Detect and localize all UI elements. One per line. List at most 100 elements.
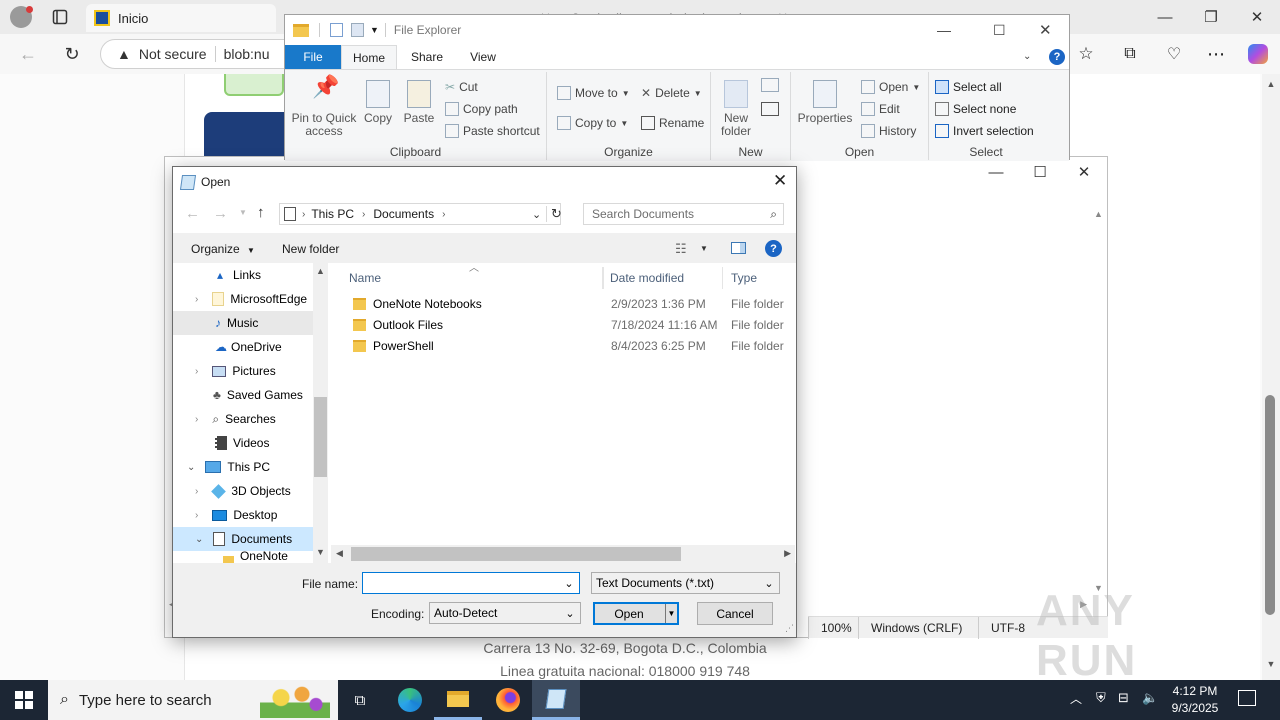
help-icon[interactable]: ? [765, 240, 782, 257]
ribbon-expand-icon[interactable]: ⌄ [1023, 51, 1031, 62]
new-item-icon[interactable] [761, 78, 779, 92]
expand-icon[interactable]: › [195, 510, 198, 521]
properties-button[interactable]: Properties [797, 80, 853, 125]
hscroll-thumb[interactable] [351, 547, 681, 561]
address-bar[interactable]: ▲ Not secure blob:nu [100, 39, 300, 69]
column-header-date[interactable]: Date modified [603, 267, 723, 289]
ribbon-tab-share[interactable]: Share [399, 45, 455, 69]
tree-item-3d-objects[interactable]: › 3D Objects [173, 479, 313, 503]
new-folder-qat-icon[interactable] [351, 23, 364, 37]
explorer-close-button[interactable]: ✕ [1039, 21, 1052, 39]
ribbon-tab-view[interactable]: View [455, 45, 511, 69]
copy-path-button[interactable]: Copy path [445, 102, 518, 116]
scroll-up-icon[interactable]: ▲ [1094, 209, 1103, 219]
easy-access-icon[interactable] [761, 102, 779, 116]
breadcrumb[interactable]: › This PC › Documents › ⌄ ↻ [279, 203, 562, 225]
explorer-maximize-button[interactable]: ☐ [993, 22, 1006, 39]
tree-scrollbar[interactable]: ▲ ▼ [313, 263, 328, 563]
expand-icon[interactable]: › [195, 486, 198, 497]
tree-item-onedrive[interactable]: ☁ OneDrive [173, 335, 313, 359]
history-button[interactable]: History [861, 124, 916, 138]
start-button[interactable] [0, 680, 48, 720]
ribbon-tab-home[interactable]: Home [341, 45, 397, 69]
invert-selection-button[interactable]: Invert selection [935, 124, 1034, 138]
recent-locations-icon[interactable]: ▼ [239, 208, 247, 217]
edit-button[interactable]: Edit [861, 102, 900, 116]
tree-item-saved-games[interactable]: ♣ Saved Games [173, 383, 313, 407]
tree-item-documents[interactable]: ⌄ Documents [173, 527, 313, 551]
tray-overflow-icon[interactable]: ︿ [1070, 690, 1082, 707]
notepad-vscrollbar[interactable]: ▲ ▼ [1091, 205, 1107, 597]
view-options-icon[interactable]: ☷ [675, 241, 687, 257]
search-input[interactable]: Search Documents ⌕ [583, 203, 784, 225]
qat-dropdown-icon[interactable]: ▼ [370, 25, 379, 35]
tray-security-icon[interactable]: ⛨ [1096, 690, 1106, 706]
delete-button[interactable]: ✕ Delete ▼ [641, 86, 702, 100]
task-view-button[interactable]: ⧉ [336, 680, 384, 720]
tree-item-microsoftedge[interactable]: › MicrosoftEdge [173, 287, 313, 311]
expand-icon[interactable]: › [195, 294, 198, 305]
notepad-minimize-button[interactable]: — [973, 157, 1019, 187]
copilot-icon[interactable] [1248, 44, 1268, 64]
select-all-button[interactable]: Select all [935, 80, 1002, 94]
notification-icon[interactable] [1238, 690, 1256, 706]
scroll-left-icon[interactable]: ◀ [336, 548, 343, 559]
collections-icon[interactable]: ⧉ [1118, 42, 1142, 66]
open-options-dropdown[interactable]: ▼ [665, 604, 677, 623]
scroll-up-icon[interactable]: ▲ [1264, 78, 1278, 90]
scroll-down-icon[interactable]: ▼ [316, 547, 325, 557]
back-icon[interactable]: ← [185, 205, 200, 222]
tray-volume-icon[interactable]: 🔈 [1142, 690, 1158, 706]
notepad-maximize-button[interactable]: ☐ [1017, 157, 1063, 187]
more-menu-icon[interactable]: ⋯ [1204, 42, 1228, 66]
scroll-up-icon[interactable]: ▲ [316, 266, 325, 276]
breadcrumb-documents[interactable]: Documents [373, 207, 434, 221]
browser-minimize-button[interactable]: — [1142, 0, 1188, 34]
tree-scroll-thumb[interactable] [314, 397, 327, 477]
chevron-down-icon[interactable]: ⌄ [563, 577, 575, 590]
new-folder-ribbon-button[interactable]: New folder [715, 80, 757, 138]
scroll-right-icon[interactable]: ▶ [784, 548, 791, 559]
forward-icon[interactable]: → [213, 205, 228, 222]
column-header-type[interactable]: Type [723, 267, 795, 289]
chevron-down-icon[interactable]: ▼ [700, 244, 708, 253]
dialog-close-button[interactable]: ✕ [773, 171, 787, 191]
column-header-name[interactable]: Name [331, 267, 603, 289]
taskbar-file-explorer[interactable] [434, 680, 482, 720]
collapse-icon[interactable]: ⌄ [187, 462, 195, 473]
tray-clock[interactable]: 4:12 PM 9/3/2025 [1160, 683, 1230, 717]
browser-essentials-icon[interactable]: ♡ [1162, 42, 1186, 66]
paste-button[interactable]: Paste [401, 80, 437, 125]
expand-icon[interactable]: › [195, 366, 198, 377]
up-icon[interactable]: ↑ [257, 204, 265, 221]
new-folder-button[interactable]: New folder [282, 242, 339, 256]
refresh-icon[interactable]: ↻ [546, 206, 562, 222]
open-ribbon-button[interactable]: Open ▼ [861, 80, 920, 94]
help-icon[interactable]: ? [1049, 49, 1065, 65]
taskbar-search-box[interactable]: ⌕ Type here to search [48, 680, 338, 720]
tree-item-music[interactable]: ♪ Music [173, 311, 313, 335]
tree-item-pictures[interactable]: › Pictures [173, 359, 313, 383]
tree-item-onenote[interactable]: OneNote Not... [173, 549, 313, 563]
tree-item-searches[interactable]: › ⌕ Searches [173, 407, 313, 431]
collapse-icon[interactable]: ⌄ [195, 534, 203, 545]
profile-avatar[interactable] [10, 6, 33, 28]
tree-item-this-pc[interactable]: ⌄ This PC [173, 455, 313, 479]
encoding-select[interactable]: Auto-Detect ⌄ [429, 602, 581, 624]
tray-network-icon[interactable]: ⊟ [1118, 690, 1129, 706]
browser-close-button[interactable]: ✕ [1234, 0, 1280, 34]
explorer-minimize-button[interactable]: — [937, 22, 951, 38]
taskbar-notepad[interactable] [532, 680, 580, 720]
tree-item-links[interactable]: ▴ Links [173, 263, 313, 287]
paste-shortcut-button[interactable]: Paste shortcut [445, 124, 540, 138]
expand-icon[interactable]: › [195, 414, 198, 425]
rename-button[interactable]: Rename [641, 116, 704, 130]
copy-button[interactable]: Copy [361, 80, 395, 125]
file-list-hscrollbar[interactable]: ◀ ▶ [331, 545, 795, 563]
file-name-input[interactable]: ⌄ [362, 572, 580, 594]
resize-grip-icon[interactable]: ⋰ [785, 623, 794, 634]
taskbar-edge[interactable] [386, 680, 434, 720]
chevron-down-icon[interactable]: ⌄ [532, 208, 541, 221]
favorites-icon[interactable]: ☆ [1074, 42, 1098, 66]
file-type-select[interactable]: Text Documents (*.txt) ⌄ [591, 572, 780, 594]
